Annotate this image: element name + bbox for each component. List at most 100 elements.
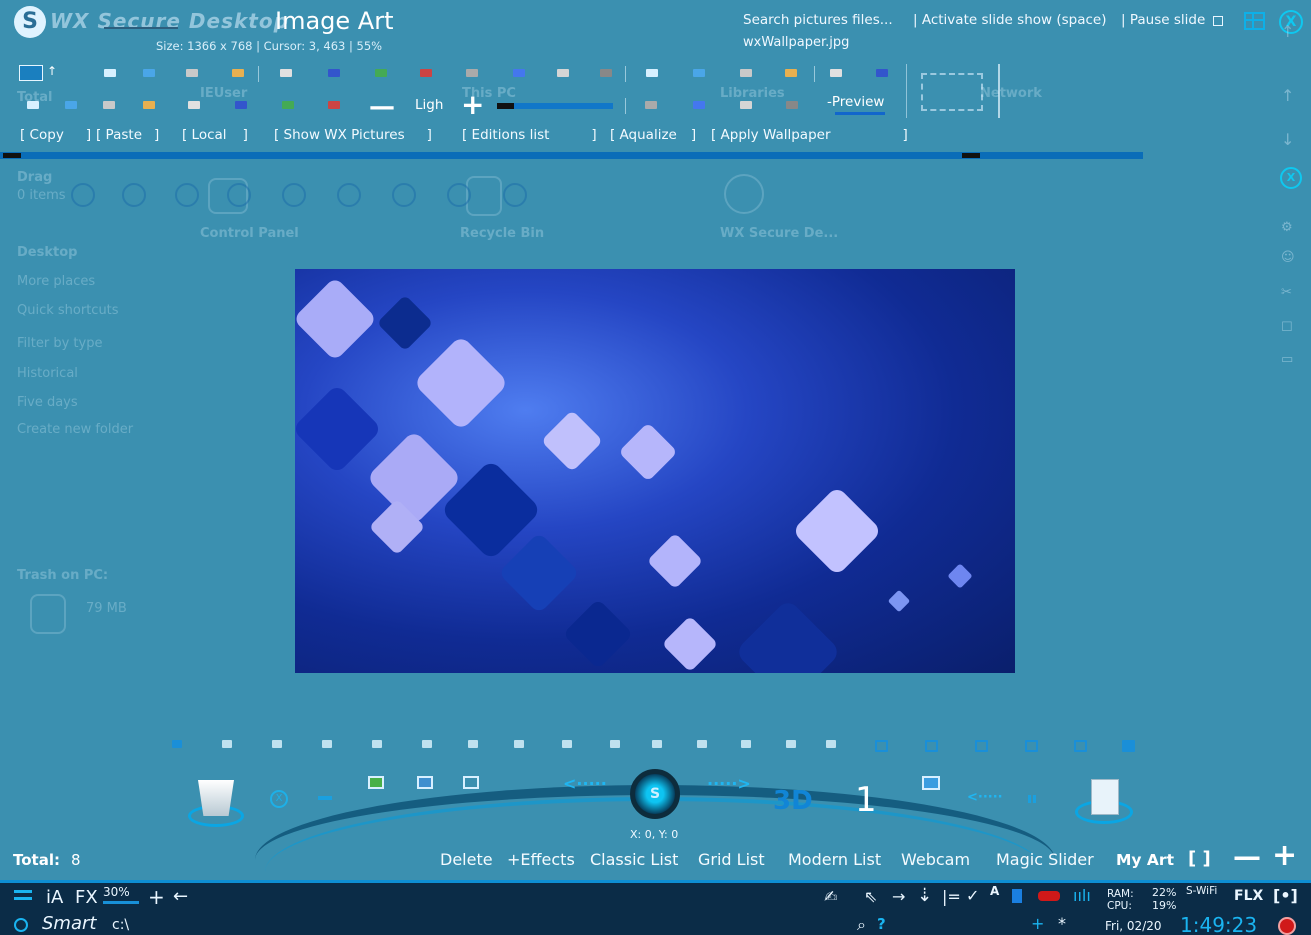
rail-close-icon[interactable]: X	[1280, 167, 1302, 189]
bottom-tool-icon[interactable]	[1025, 740, 1038, 752]
toolbar-tool-icon[interactable]	[328, 69, 340, 77]
bottom-tool-icon[interactable]	[925, 740, 938, 752]
classic-list-button[interactable]: Classic List	[590, 850, 678, 869]
zoom-out-button[interactable]: —	[1233, 843, 1261, 871]
align-icon[interactable]: |=	[942, 887, 961, 906]
dock-prev-arrows[interactable]: <·····	[563, 774, 607, 793]
aqualize-button[interactable]: [ Aqualize]	[610, 127, 696, 143]
toolbar-tool-icon[interactable]	[65, 101, 77, 109]
editions-list-button[interactable]: [ Editions list]	[462, 127, 597, 143]
opacity-bar[interactable]	[103, 901, 139, 904]
dock-back-arrows[interactable]: <·····	[967, 790, 1003, 805]
chart-icon[interactable]	[368, 776, 384, 789]
toolbar-tool-icon[interactable]	[740, 69, 752, 77]
search-pictures-link[interactable]: Search pictures files...	[743, 12, 893, 28]
cursor-icon[interactable]: ⇖	[864, 887, 877, 906]
rail-frame-icon[interactable]: ▭	[1281, 352, 1293, 367]
toolbar-tool-icon[interactable]	[188, 101, 200, 109]
wifi-label[interactable]: S-WiFi	[1186, 885, 1217, 897]
toolbar-tool-icon[interactable]	[557, 69, 569, 77]
chart-line-icon[interactable]: ✓	[966, 886, 979, 905]
picture-icon[interactable]	[417, 776, 433, 789]
dock-next-arrows[interactable]: ·····>	[707, 774, 751, 793]
search-icon[interactable]: ⌕	[857, 915, 866, 935]
bottom-tool-icon[interactable]	[562, 740, 572, 748]
window-icon[interactable]	[463, 776, 479, 789]
ia-button[interactable]: iA	[46, 887, 63, 908]
select-tool-button[interactable]	[19, 65, 43, 81]
zoom-in-button[interactable]: +	[1272, 841, 1297, 871]
toolbar-tool-icon[interactable]	[143, 101, 155, 109]
signature-icon[interactable]: ✍	[824, 887, 837, 906]
rail-down-arrow-icon[interactable]: ↓	[1281, 130, 1294, 149]
light-slider[interactable]	[497, 103, 613, 109]
toolbar-tool-icon[interactable]	[420, 69, 432, 77]
toolbar-tool-icon[interactable]	[693, 101, 705, 109]
local-button[interactable]: [ Local]	[182, 127, 248, 143]
toolbar-tool-icon[interactable]	[645, 101, 657, 109]
font-a-icon[interactable]: A	[990, 884, 999, 898]
slideshow-button[interactable]: | Activate slide show (space)	[913, 12, 1106, 28]
toolbar-tool-icon[interactable]	[375, 69, 387, 77]
document-icon[interactable]	[1091, 779, 1119, 815]
capture-area-icon[interactable]	[921, 73, 983, 111]
toolbar-tool-icon[interactable]	[235, 101, 247, 109]
pause-slide-button[interactable]: | Pause slide	[1121, 12, 1205, 28]
forward-icon[interactable]: →	[892, 887, 905, 906]
toolbar-tool-icon[interactable]	[740, 101, 752, 109]
rail-cut-icon[interactable]: ✂	[1281, 285, 1292, 300]
light-decrease-button[interactable]: —	[369, 94, 395, 120]
dock-center-button[interactable]: S	[630, 769, 680, 819]
path-label[interactable]: c:\	[112, 917, 129, 933]
arrow-up-icon[interactable]: ↑	[47, 64, 57, 78]
effects-button[interactable]: +Effects	[507, 850, 575, 869]
rail-up-icon[interactable]: ↑	[1281, 22, 1294, 41]
preview-button[interactable]: -Preview	[827, 94, 884, 110]
bottom-tool-icon[interactable]	[322, 740, 332, 748]
magic-slider-button[interactable]: Magic Slider	[996, 850, 1094, 869]
toolbar-tool-icon[interactable]	[786, 101, 798, 109]
x-circle-icon[interactable]: X	[270, 790, 288, 808]
smart-label[interactable]: Smart	[42, 913, 96, 934]
toolbar-tool-icon[interactable]	[186, 69, 198, 77]
bottom-tool-icon[interactable]	[786, 740, 796, 748]
add-small-icon[interactable]: +	[1031, 914, 1044, 933]
back-icon[interactable]: ←	[173, 886, 188, 907]
toolbar-tool-icon[interactable]	[600, 69, 612, 77]
bottom-tool-icon[interactable]	[172, 740, 182, 748]
toolbar-tool-icon[interactable]	[785, 69, 797, 77]
bottom-tool-icon[interactable]	[514, 740, 524, 748]
bottom-tool-icon[interactable]	[272, 740, 282, 748]
my-art-button[interactable]: My Art	[1116, 851, 1174, 869]
screen-icon[interactable]	[922, 776, 940, 790]
copy-button[interactable]: [ Copy]	[20, 127, 91, 143]
toolbar-tool-icon[interactable]	[280, 69, 292, 77]
bottom-tool-icon[interactable]	[875, 740, 888, 752]
flx-button[interactable]: FLX	[1234, 888, 1263, 904]
apply-wallpaper-button[interactable]: [ Apply Wallpaper]	[711, 127, 908, 143]
toolbar-tool-icon[interactable]	[104, 69, 116, 77]
rail-box-icon[interactable]: ☐	[1281, 320, 1293, 335]
add-button[interactable]: +	[148, 885, 165, 909]
light-slider-handle[interactable]	[497, 103, 514, 109]
bracket-button[interactable]: [ ]	[1188, 848, 1211, 869]
asterisk-icon[interactable]: *	[1058, 914, 1066, 933]
grid-list-button[interactable]: Grid List	[698, 850, 765, 869]
bottom-tool-icon[interactable]	[826, 740, 836, 748]
toolbar-tool-icon[interactable]	[646, 69, 658, 77]
paste-button[interactable]: [ Paste]	[96, 127, 159, 143]
app-logo[interactable]: S	[14, 6, 46, 38]
toolbar-tool-icon[interactable]	[466, 69, 478, 77]
delete-button[interactable]: Delete	[440, 850, 493, 869]
rail-smile-icon[interactable]: ☺	[1281, 250, 1295, 265]
wallpaper-image[interactable]	[295, 269, 1015, 673]
show-wx-pictures-button[interactable]: [ Show WX Pictures]	[274, 127, 432, 143]
dash-icon[interactable]	[318, 796, 332, 800]
menu-icon[interactable]	[14, 890, 32, 893]
help-button[interactable]: ?	[877, 915, 886, 933]
focus-icon[interactable]: [•]	[1273, 886, 1298, 905]
bottom-tool-icon[interactable]	[422, 740, 432, 748]
power-icon[interactable]	[1278, 917, 1296, 935]
pause-checkbox[interactable]	[1213, 16, 1223, 26]
bottom-tool-icon[interactable]	[372, 740, 382, 748]
